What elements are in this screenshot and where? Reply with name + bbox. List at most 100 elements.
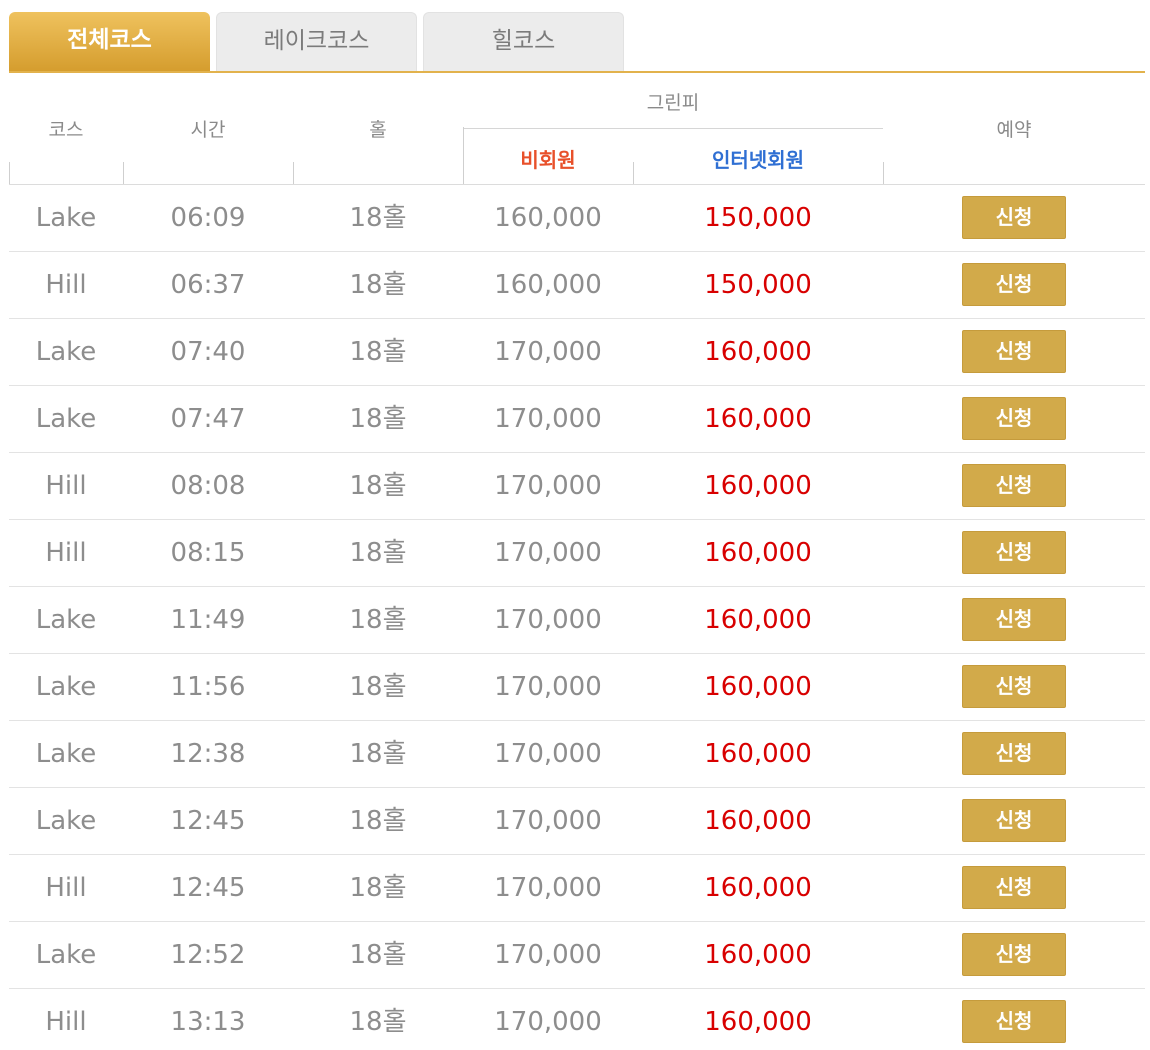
header-non-member: 비회원 [520,148,576,172]
course-cell: Hill [45,873,87,903]
non-member-price: 160,000 [494,203,602,233]
non-member-price: 160,000 [494,270,602,300]
table-row: Lake 12:45 18홀 170,000 160,000 신청 [9,788,1145,855]
non-member-price: 170,000 [494,1007,602,1037]
time-cell: 07:47 [170,404,246,434]
hole-cell: 18홀 [349,605,407,635]
non-member-price: 170,000 [494,940,602,970]
tab-lake-course[interactable]: 레이크코스 [216,12,417,71]
internet-member-price: 160,000 [704,940,812,970]
header-divider [293,162,294,184]
non-member-price: 170,000 [494,538,602,568]
time-cell: 12:38 [170,739,246,769]
tee-time-list: Lake 06:09 18홀 160,000 150,000 신청 Hill 0… [9,185,1145,1050]
header-divider [633,162,634,184]
table-row: Lake 11:49 18홀 170,000 160,000 신청 [9,587,1145,654]
apply-button[interactable]: 신청 [962,665,1066,708]
apply-button[interactable]: 신청 [962,263,1066,306]
time-cell: 11:56 [170,672,246,702]
table-row: Lake 11:56 18홀 170,000 160,000 신청 [9,654,1145,721]
time-cell: 12:45 [170,873,246,903]
internet-member-price: 160,000 [704,471,812,501]
apply-button[interactable]: 신청 [962,464,1066,507]
internet-member-price: 160,000 [704,739,812,769]
time-cell: 12:45 [170,806,246,836]
table-row: Lake 06:09 18홀 160,000 150,000 신청 [9,185,1145,252]
non-member-price: 170,000 [494,605,602,635]
non-member-price: 170,000 [494,873,602,903]
internet-member-price: 160,000 [704,873,812,903]
course-cell: Hill [45,471,87,501]
header-divider [883,162,884,184]
course-cell: Hill [45,1007,87,1037]
course-cell: Lake [35,940,97,970]
table-row: Lake 12:38 18홀 170,000 160,000 신청 [9,721,1145,788]
course-cell: Lake [35,739,97,769]
apply-button[interactable]: 신청 [962,397,1066,440]
time-cell: 06:37 [170,270,246,300]
apply-button[interactable]: 신청 [962,933,1066,976]
header-hole: 홀 [369,119,387,141]
tab-hill-course[interactable]: 힐코스 [423,12,624,71]
apply-button[interactable]: 신청 [962,799,1066,842]
internet-member-price: 160,000 [704,1007,812,1037]
course-cell: Lake [35,605,97,635]
header-time: 시간 [190,119,226,141]
time-cell: 08:15 [170,538,246,568]
time-cell: 13:13 [170,1007,246,1037]
apply-button[interactable]: 신청 [962,330,1066,373]
time-cell: 11:49 [170,605,246,635]
hole-cell: 18홀 [349,270,407,300]
internet-member-price: 160,000 [704,806,812,836]
apply-button[interactable]: 신청 [962,1000,1066,1043]
table-row: Hill 08:08 18홀 170,000 160,000 신청 [9,453,1145,520]
course-cell: Lake [35,806,97,836]
header-greenfee: 그린피 [646,92,700,114]
hole-cell: 18홀 [349,538,407,568]
course-cell: Lake [35,672,97,702]
time-cell: 06:09 [170,203,246,233]
internet-member-price: 160,000 [704,337,812,367]
apply-button[interactable]: 신청 [962,732,1066,775]
hole-cell: 18홀 [349,1007,407,1037]
hole-cell: 18홀 [349,337,407,367]
hole-cell: 18홀 [349,471,407,501]
non-member-price: 170,000 [494,471,602,501]
table-row: Lake 07:40 18홀 170,000 160,000 신청 [9,319,1145,386]
hole-cell: 18홀 [349,739,407,769]
apply-button[interactable]: 신청 [962,598,1066,641]
hole-cell: 18홀 [349,940,407,970]
header-internet-member: 인터넷회원 [712,148,804,172]
greenfee-divider [463,128,883,129]
hole-cell: 18홀 [349,672,407,702]
table-row: Lake 12:52 18홀 170,000 160,000 신청 [9,922,1145,989]
hole-cell: 18홀 [349,806,407,836]
apply-button[interactable]: 신청 [962,531,1066,574]
table-row: Hill 12:45 18홀 170,000 160,000 신청 [9,855,1145,922]
course-tabs: 전체코스 레이크코스 힐코스 [9,12,1145,73]
course-cell: Hill [45,538,87,568]
table-row: Hill 13:13 18홀 170,000 160,000 신청 [9,989,1145,1050]
internet-member-price: 160,000 [704,605,812,635]
tab-all-courses[interactable]: 전체코스 [9,12,210,71]
non-member-price: 170,000 [494,404,602,434]
header-divider [123,162,124,184]
course-cell: Hill [45,270,87,300]
internet-member-price: 160,000 [704,538,812,568]
hole-cell: 18홀 [349,873,407,903]
hole-cell: 18홀 [349,203,407,233]
apply-button[interactable]: 신청 [962,866,1066,909]
internet-member-price: 160,000 [704,672,812,702]
internet-member-price: 150,000 [704,270,812,300]
course-cell: Lake [35,404,97,434]
apply-button[interactable]: 신청 [962,196,1066,239]
course-cell: Lake [35,203,97,233]
internet-member-price: 150,000 [704,203,812,233]
time-cell: 08:08 [170,471,246,501]
table-row: Hill 08:15 18홀 170,000 160,000 신청 [9,520,1145,587]
time-cell: 07:40 [170,337,246,367]
hole-cell: 18홀 [349,404,407,434]
table-row: Hill 06:37 18홀 160,000 150,000 신청 [9,252,1145,319]
course-cell: Lake [35,337,97,367]
table-row: Lake 07:47 18홀 170,000 160,000 신청 [9,386,1145,453]
